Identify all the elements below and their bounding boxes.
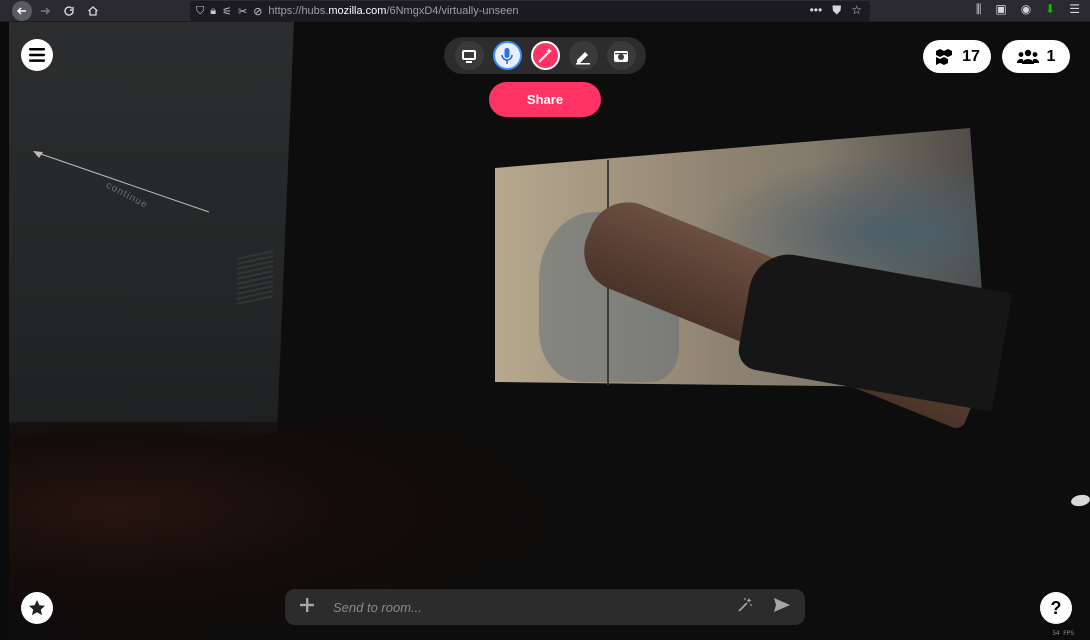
share-button[interactable]: Share <box>489 82 601 117</box>
hamburger-icon <box>29 48 45 62</box>
cubes-icon <box>936 48 953 65</box>
pocket-icon[interactable]: ⛊ <box>832 3 841 18</box>
address-bar[interactable]: ⛉ 🔒︎ ⚟ ✂ ⊘ https://hubs.mozilla.com/6Nmg… <box>190 1 870 21</box>
autoplay-blocked-icon[interactable]: ✂ <box>238 5 247 18</box>
microphone-icon <box>501 47 513 64</box>
url-icons: ⛉ 🔒︎ ⚟ ✂ ⊘ <box>196 5 262 18</box>
chat-bar <box>285 589 805 625</box>
hamburger-menu-icon[interactable]: ☰ <box>1069 2 1080 17</box>
screen-share-button[interactable] <box>454 41 484 70</box>
microphone-button[interactable] <box>492 41 522 70</box>
help-button[interactable]: ? <box>1040 592 1072 624</box>
browser-toolbar: ⛉ 🔒︎ ⚟ ✂ ⊘ https://hubs.mozilla.com/6Nmg… <box>0 0 1090 22</box>
magic-wand-icon <box>538 47 552 63</box>
back-arrow-icon[interactable] <box>12 0 32 21</box>
menu-button[interactable] <box>21 39 53 71</box>
reload-icon[interactable] <box>58 0 80 22</box>
star-icon <box>29 600 45 616</box>
pen-icon <box>576 51 590 64</box>
fps-counter: 54 FPS <box>1052 630 1074 637</box>
favorite-button[interactable] <box>21 592 53 624</box>
download-icon[interactable]: ⬇ <box>1045 2 1055 17</box>
people-count-button[interactable]: 1 <box>1002 40 1070 73</box>
pen-button[interactable] <box>568 41 598 70</box>
top-toolbar <box>444 37 646 74</box>
browser-right-tools: ⫼ ▣ ◉ ⬇ ☰ <box>976 2 1080 17</box>
camera-blocked-icon[interactable]: ⊘ <box>253 5 262 18</box>
send-icon[interactable] <box>773 597 791 618</box>
chat-input[interactable] <box>331 598 737 616</box>
url-actions: ••• ⛊ ☆ <box>810 3 862 18</box>
bookmark-star-icon[interactable]: ☆ <box>851 3 862 18</box>
home-icon[interactable] <box>82 0 104 22</box>
account-icon[interactable]: ◉ <box>1021 2 1031 17</box>
chat-actions <box>737 597 791 618</box>
wall-arrow <box>33 151 210 213</box>
camera-button[interactable] <box>606 41 636 70</box>
url-text[interactable]: https://hubs.mozilla.com/6NmgxD4/virtual… <box>268 5 518 17</box>
add-media-icon[interactable] <box>299 597 315 617</box>
shield-icon[interactable]: ⛉ <box>196 5 204 18</box>
side-object[interactable] <box>1070 493 1090 508</box>
people-icon <box>1016 49 1039 64</box>
people-count: 1 <box>1046 47 1056 65</box>
permissions-icon[interactable]: ⚟ <box>222 5 232 18</box>
create-object-button[interactable] <box>530 41 560 70</box>
screen-share-icon <box>462 49 476 63</box>
wall-text-block <box>237 250 273 308</box>
camera-icon <box>614 50 628 62</box>
more-icon[interactable]: ••• <box>810 3 823 18</box>
sidebar-icon[interactable]: ▣ <box>995 2 1006 17</box>
objects-count: 17 <box>962 47 980 65</box>
lock-icon[interactable]: 🔒︎ <box>210 5 216 18</box>
library-icon[interactable]: ⫼ <box>976 2 982 17</box>
objects-count-button[interactable]: 17 <box>923 40 991 73</box>
magic-wand-icon[interactable] <box>737 597 753 618</box>
forward-arrow-icon[interactable] <box>34 0 56 22</box>
